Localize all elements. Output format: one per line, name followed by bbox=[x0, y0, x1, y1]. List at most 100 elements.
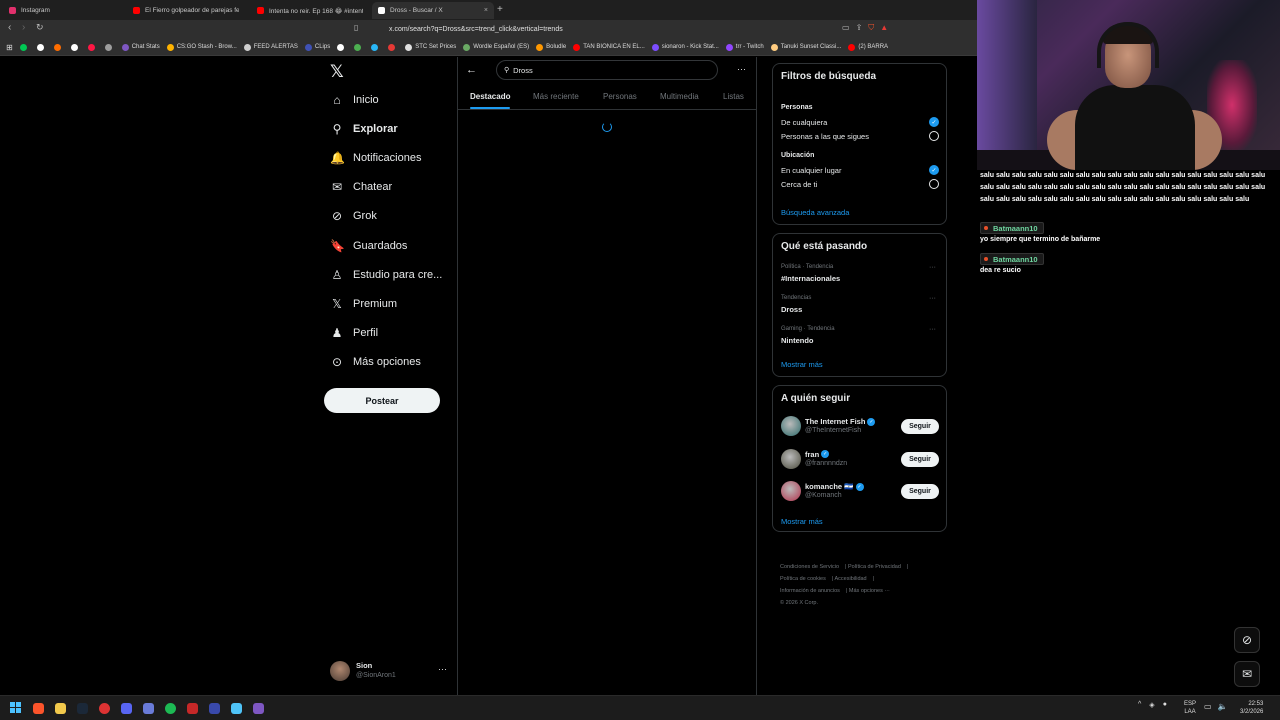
bookmark-item[interactable]: Tanuki Sunset Classi... bbox=[770, 43, 841, 51]
trend-name[interactable]: Dross bbox=[781, 305, 802, 314]
forward-arrow-icon[interactable]: › bbox=[22, 22, 25, 33]
option-label[interactable]: Personas a las que sigues bbox=[781, 132, 869, 141]
clock[interactable]: 22:53 3/2/2026 bbox=[1240, 700, 1263, 716]
app-icon[interactable] bbox=[253, 703, 264, 714]
brave-icon[interactable] bbox=[33, 703, 44, 714]
bookmark-item[interactable]: trr - Twitch bbox=[725, 43, 764, 51]
follow-name[interactable]: komanche 🇸🇻 ✓ bbox=[805, 482, 864, 491]
sidebar-item-inicio[interactable]: ⌂ Inicio bbox=[330, 93, 378, 107]
bookmark-item[interactable] bbox=[354, 43, 364, 51]
grok-fab-icon[interactable]: ⊘ bbox=[1234, 627, 1260, 653]
radio-checked-icon[interactable]: ✓ bbox=[929, 117, 939, 127]
windows-start-icon[interactable] bbox=[10, 702, 22, 714]
sidebar-item-grok[interactable]: ⊘ Grok bbox=[330, 209, 377, 223]
reload-icon[interactable]: ↻ bbox=[36, 22, 44, 33]
tab-multimedia[interactable]: Multimedia bbox=[660, 92, 699, 101]
bookmark-item[interactable] bbox=[87, 43, 98, 51]
follow-button[interactable]: Seguir bbox=[901, 451, 939, 467]
new-tab-button[interactable]: + bbox=[497, 4, 503, 15]
sidebar-item-perfil[interactable]: ♟ Perfil bbox=[330, 326, 378, 340]
obs-icon[interactable] bbox=[99, 703, 110, 714]
sidebar-item-chatear[interactable]: ✉ Chatear bbox=[330, 180, 392, 194]
apps-grid-icon[interactable]: ⊞ bbox=[6, 43, 13, 52]
back-arrow-icon[interactable]: ‹ bbox=[8, 22, 11, 33]
bookmark-item[interactable] bbox=[371, 43, 381, 51]
screen-icon[interactable]: ▭ bbox=[842, 23, 850, 33]
more-dots-icon[interactable]: ··· bbox=[929, 264, 936, 271]
sidebar-item-notificaciones[interactable]: 🔔 Notificaciones bbox=[330, 151, 421, 165]
bookmark-item[interactable]: sionaron - Kick Stat... bbox=[651, 43, 719, 51]
url-field[interactable]: x.com/search?q=Dross&src=trend_click&ver… bbox=[383, 22, 913, 37]
bookmark-item[interactable]: Chat Stats bbox=[121, 43, 160, 51]
chevron-up-icon[interactable]: ^ bbox=[1138, 701, 1141, 709]
footer-link[interactable]: Política de cookies bbox=[780, 576, 826, 582]
folder-icon[interactable] bbox=[55, 703, 66, 714]
brave-shield-icon[interactable]: ⛉ bbox=[868, 23, 874, 33]
bookmark-item[interactable]: Wordle Español (ES) bbox=[463, 43, 529, 51]
account-switcher[interactable]: Sion @SionAron1 ··· bbox=[330, 660, 450, 685]
show-more-link[interactable]: Mostrar más bbox=[781, 360, 823, 369]
bookmark-item[interactable]: FEED ALERTAS bbox=[243, 43, 298, 51]
show-more-link[interactable]: Mostrar más bbox=[781, 517, 823, 526]
bookmark-star-icon[interactable]: ▯ bbox=[354, 23, 358, 32]
bookmark-item[interactable]: Boludle bbox=[536, 43, 566, 51]
app-icon[interactable] bbox=[209, 703, 220, 714]
messages-fab-icon[interactable]: ✉ bbox=[1234, 661, 1260, 687]
radio-icon[interactable] bbox=[929, 179, 939, 189]
tab-listas[interactable]: Listas bbox=[723, 92, 744, 101]
close-tab-icon[interactable]: × bbox=[484, 7, 488, 14]
radio-checked-icon[interactable]: ✓ bbox=[929, 165, 939, 175]
tray-app-icon[interactable]: ◈ bbox=[1149, 701, 1154, 709]
footer-link[interactable]: Política de Privacidad bbox=[848, 564, 901, 570]
option-label[interactable]: Cerca de ti bbox=[781, 180, 817, 189]
bookmark-item[interactable] bbox=[70, 43, 81, 51]
sidebar-item-guardados[interactable]: 🔖 Guardados bbox=[330, 239, 407, 253]
post-button[interactable]: Postear bbox=[324, 388, 440, 413]
option-label[interactable]: En cualquier lugar bbox=[781, 166, 841, 175]
sidebar-item-premium[interactable]: 𝕏 Premium bbox=[330, 297, 397, 311]
advanced-search-link[interactable]: Búsqueda avanzada bbox=[781, 208, 849, 217]
bookmark-item[interactable] bbox=[104, 43, 115, 51]
browser-tab[interactable]: Dross - Buscar / X × bbox=[372, 2, 494, 19]
more-dots-icon[interactable]: ··· bbox=[438, 664, 447, 674]
bookmark-item[interactable] bbox=[388, 43, 398, 51]
back-arrow-icon[interactable]: ← bbox=[466, 64, 477, 76]
tab-destacado[interactable]: Destacado bbox=[470, 92, 510, 101]
app-icon[interactable] bbox=[187, 703, 198, 714]
bookmark-item[interactable] bbox=[19, 43, 30, 51]
bookmark-item[interactable]: (2) BARRA bbox=[848, 43, 888, 51]
footer-link[interactable]: Más opciones ··· bbox=[849, 588, 890, 594]
app-icon[interactable] bbox=[231, 703, 242, 714]
bookmark-item[interactable] bbox=[53, 43, 64, 51]
avatar[interactable] bbox=[781, 481, 801, 501]
trend-name[interactable]: Nintendo bbox=[781, 336, 814, 345]
follow-name[interactable]: The Internet Fish ✓ bbox=[805, 417, 876, 426]
bookmark-item[interactable]: CS:GO Stash - Brow... bbox=[166, 43, 237, 51]
tab-personas[interactable]: Personas bbox=[603, 92, 637, 101]
spotify-icon[interactable] bbox=[165, 703, 176, 714]
share-icon[interactable]: ⇪ bbox=[856, 23, 863, 33]
avatar[interactable] bbox=[781, 448, 801, 469]
more-dots-icon[interactable]: ··· bbox=[737, 64, 746, 74]
more-dots-icon[interactable]: ··· bbox=[929, 326, 936, 333]
rewards-icon[interactable]: ▲ bbox=[880, 23, 888, 33]
browser-tab[interactable]: Instagram bbox=[3, 2, 123, 19]
footer-link[interactable]: Accesibilidad bbox=[835, 576, 867, 582]
search-input[interactable]: ⚲ Dross bbox=[496, 60, 718, 80]
x-logo-icon[interactable]: 𝕏 bbox=[330, 62, 344, 82]
network-icon[interactable]: ▭ bbox=[1204, 702, 1212, 711]
follow-name[interactable]: fran ✓ bbox=[805, 450, 830, 459]
discord-icon[interactable] bbox=[121, 703, 132, 714]
footer-link[interactable]: Información de anuncios bbox=[780, 588, 840, 594]
volume-icon[interactable]: 🔈 bbox=[1218, 702, 1228, 711]
tab-más-reciente[interactable]: Más reciente bbox=[533, 92, 579, 101]
sidebar-item-estudio[interactable]: ♙ Estudio para cre... bbox=[330, 268, 443, 282]
language-indicator[interactable]: ESP LAA bbox=[1184, 700, 1196, 716]
mic-icon[interactable]: ● bbox=[1163, 701, 1167, 709]
footer-link[interactable]: Condiciones de Servicio bbox=[780, 564, 839, 570]
more-dots-icon[interactable]: ··· bbox=[929, 295, 936, 302]
follow-button[interactable]: Seguir bbox=[901, 419, 939, 434]
bookmark-item[interactable]: CLips bbox=[304, 43, 330, 51]
follow-button[interactable]: Seguir bbox=[901, 484, 939, 499]
browser-tab[interactable]: El Fierro golpeador de parejas felices bbox=[127, 2, 245, 19]
